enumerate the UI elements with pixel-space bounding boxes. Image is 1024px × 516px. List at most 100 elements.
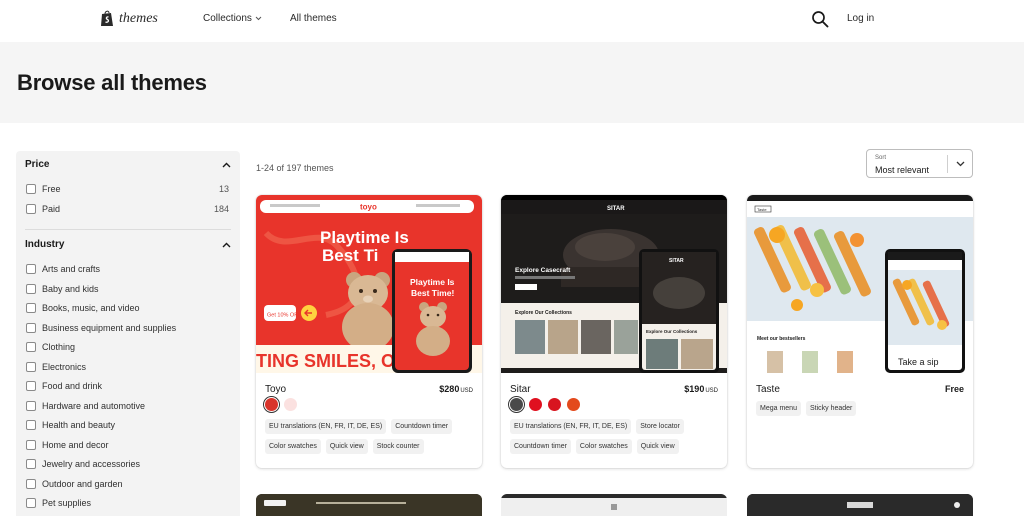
login-link[interactable]: Log in (847, 13, 874, 24)
industry-option[interactable]: Arts and crafts (26, 264, 229, 274)
feature-tag: EU translations (EN, FR, IT, DE, ES) (510, 419, 632, 434)
checkbox[interactable] (26, 322, 36, 333)
nav-all-themes-link[interactable]: All themes (290, 13, 337, 24)
filter-sidebar: Price Free 13 Paid 184 Industry Arts and… (16, 151, 240, 516)
checkbox[interactable] (26, 381, 36, 391)
color-swatch[interactable] (265, 398, 278, 411)
top-navigation: themes Collections All themes Log in (0, 0, 1024, 42)
sitar-brand: SITAR (607, 206, 625, 212)
checkbox[interactable] (26, 439, 36, 450)
taste-mobile-caption: Take a sip (898, 357, 939, 367)
industry-option[interactable]: Electronics (26, 361, 229, 372)
theme-name[interactable]: Taste (756, 384, 780, 395)
feature-tags: Mega menu Sticky header (756, 401, 968, 416)
theme-preview-image[interactable]: Taste Meet our bestsellers Take a sip (747, 195, 973, 373)
checkbox[interactable] (26, 400, 36, 411)
toyo-promo: Get 10% OFF (267, 313, 302, 319)
svg-text:Best Ti: Best Ti (322, 246, 378, 265)
industry-option[interactable]: Baby and kids (26, 283, 229, 294)
feature-tag: Quick view (325, 439, 368, 454)
checkbox[interactable] (26, 184, 36, 194)
preview-peek-image (501, 494, 727, 516)
taste-best: Meet our bestsellers (757, 336, 806, 342)
feature-tag: Quick view (636, 439, 679, 454)
feature-tags: EU translations (EN, FR, IT, DE, ES) Cou… (265, 419, 477, 454)
checkbox[interactable] (26, 204, 36, 214)
color-swatch[interactable] (548, 398, 561, 411)
divider (947, 155, 948, 173)
theme-card-toyo[interactable]: toyo Playtime Is Best Ti Get 10% OFF TIN… (256, 195, 482, 468)
checkbox[interactable] (26, 264, 36, 274)
checkbox[interactable] (26, 303, 36, 313)
industry-option[interactable]: Health and beauty (26, 420, 229, 430)
option-label: Baby and kids (42, 283, 99, 294)
taste-brand: Taste (757, 207, 767, 212)
color-swatch[interactable] (510, 398, 523, 411)
option-label: Health and beauty (42, 420, 116, 430)
checkbox[interactable] (26, 459, 36, 469)
theme-price: $280USD (439, 384, 473, 394)
sort-select[interactable]: Sort Most relevant (866, 149, 973, 178)
option-label: Pet supplies (42, 498, 92, 508)
theme-name[interactable]: Toyo (265, 384, 286, 395)
chevron-down-icon (956, 161, 965, 167)
feature-tags: EU translations (EN, FR, IT, DE, ES) Sto… (510, 419, 722, 454)
checkbox[interactable] (26, 342, 36, 352)
color-swatch[interactable] (529, 398, 542, 411)
industry-option[interactable]: Outdoor and garden (26, 478, 229, 489)
industry-option[interactable]: Jewelry and accessories (26, 459, 229, 469)
checkbox[interactable] (26, 498, 36, 508)
option-label: Paid (42, 204, 61, 214)
theme-card-sitar[interactable]: SITAR Explore Casecraft Explore Our Coll… (501, 195, 727, 468)
checkbox[interactable] (26, 361, 36, 372)
svg-text:SITAR: SITAR (669, 258, 684, 264)
preview-peek-image (256, 494, 482, 516)
theme-card-taste[interactable]: Taste Meet our bestsellers Take a sip Ta… (747, 195, 973, 468)
option-label: Business equipment and supplies (42, 322, 177, 333)
theme-card-preview-peek[interactable] (501, 494, 727, 516)
svg-text:Playtime Is: Playtime Is (410, 277, 455, 287)
toyo-banner-text: TING SMILES, O (256, 351, 395, 371)
industry-filter-header[interactable]: Industry (25, 239, 231, 250)
industry-filter-title: Industry (25, 239, 65, 250)
page-title: Browse all themes (17, 70, 207, 95)
feature-tag: EU translations (EN, FR, IT, DE, ES) (265, 419, 387, 434)
color-swatches (510, 398, 580, 411)
feature-tag: Color swatches (265, 439, 321, 454)
option-label: Books, music, and video (42, 303, 140, 313)
price-option-paid[interactable]: Paid 184 (26, 204, 229, 214)
search-icon[interactable] (811, 10, 829, 28)
results-count: 1-24 of 197 themes (256, 163, 334, 173)
industry-option[interactable]: Business equipment and supplies (26, 322, 229, 333)
color-swatches (265, 398, 297, 411)
industry-option[interactable]: Pet supplies (26, 498, 229, 508)
industry-option[interactable]: Clothing (26, 342, 229, 352)
industry-option[interactable]: Books, music, and video (26, 303, 229, 313)
theme-name[interactable]: Sitar (510, 384, 531, 395)
checkbox[interactable] (26, 283, 36, 294)
nav-collections-menu[interactable]: Collections (203, 13, 262, 24)
theme-card-preview-peek[interactable] (256, 494, 482, 516)
theme-preview-image[interactable]: SITAR Explore Casecraft Explore Our Coll… (501, 195, 727, 373)
price-currency: USD (460, 388, 473, 394)
industry-option[interactable]: Home and decor (26, 439, 229, 450)
industry-option[interactable]: Hardware and automotive (26, 400, 229, 411)
price-filter-header[interactable]: Price (25, 159, 231, 170)
feature-tag: Stock counter (372, 439, 424, 454)
sitar-section-title: Explore Our Collections (515, 310, 572, 316)
industry-option[interactable]: Food and drink (26, 381, 229, 391)
feature-tag: Color swatches (575, 439, 632, 454)
chevron-down-icon (255, 16, 262, 21)
option-label: Clothing (42, 342, 76, 352)
checkbox[interactable] (26, 420, 36, 430)
checkbox[interactable] (26, 478, 36, 489)
chevron-up-icon (222, 162, 231, 167)
price-option-free[interactable]: Free 13 (26, 184, 229, 194)
theme-preview-image[interactable]: toyo Playtime Is Best Ti Get 10% OFF TIN… (256, 195, 482, 373)
theme-card-preview-peek[interactable] (747, 494, 973, 516)
color-swatch[interactable] (567, 398, 580, 411)
color-swatch[interactable] (284, 398, 297, 411)
taste-preview-illustration: Taste Meet our bestsellers Take a sip (747, 195, 973, 373)
feature-tag: Countdown timer (391, 419, 453, 434)
shopify-themes-logo[interactable]: themes (100, 10, 158, 27)
